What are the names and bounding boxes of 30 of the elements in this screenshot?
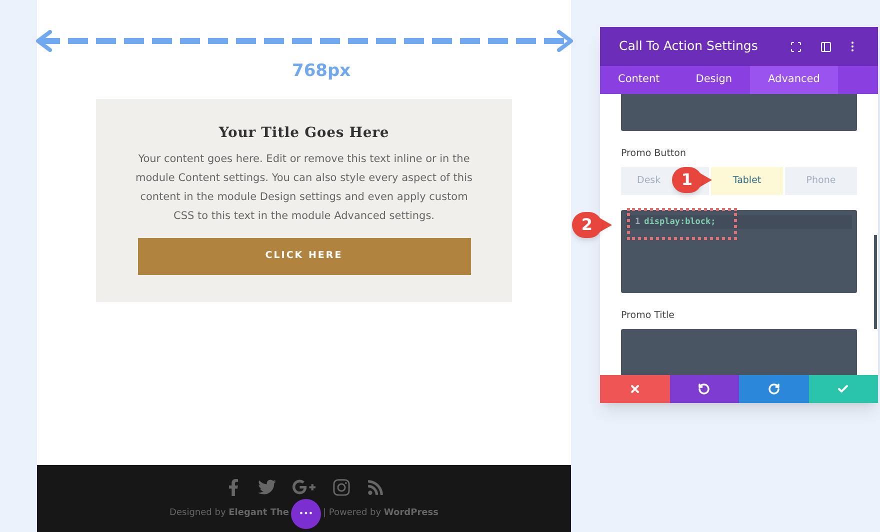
field-label: Promo Title bbox=[621, 309, 676, 324]
field-label: Promo Button bbox=[621, 147, 687, 161]
focus-icon[interactable] bbox=[790, 40, 802, 52]
cta-button[interactable]: CLICK HERE bbox=[138, 238, 470, 275]
callout-tooltip: 1 bbox=[672, 167, 712, 193]
settings-tab[interactable]: Advanced bbox=[750, 66, 838, 94]
settings-tab[interactable]: Content bbox=[600, 66, 678, 94]
code-editor[interactable]: 1 display:block; bbox=[621, 210, 857, 294]
code-line: display:block; bbox=[644, 216, 716, 229]
redo-button[interactable] bbox=[739, 375, 808, 403]
line-number: 1 bbox=[635, 216, 640, 229]
footer-credit: Designed by Elegant The bbox=[170, 507, 289, 520]
device-tab[interactable]: Tablet bbox=[711, 167, 783, 196]
cta-body: Your content goes here. Edit or remove this text inline or in the module Content settings. You can also style every aspect of this content in the module Design settings and even apply custom CSS to this text in the module Advanced settings. bbox=[134, 152, 474, 224]
sidebar-icon[interactable] bbox=[820, 40, 832, 52]
rss-icon[interactable] bbox=[366, 478, 384, 496]
redo-icon bbox=[768, 383, 780, 395]
instagram-icon[interactable] bbox=[332, 478, 350, 496]
more-button[interactable]: ••• bbox=[291, 499, 321, 529]
undo-button[interactable] bbox=[670, 375, 739, 403]
undo-icon bbox=[698, 383, 710, 395]
settings-tab[interactable]: Design bbox=[678, 66, 750, 94]
footer-credit: | Powered by WordPress bbox=[323, 507, 438, 520]
close-icon bbox=[628, 383, 641, 395]
callout-tooltip: 2 bbox=[572, 212, 612, 238]
width-label: 768px bbox=[292, 60, 351, 83]
twitter-icon[interactable] bbox=[258, 478, 276, 496]
panel-title: Call To Action Settings bbox=[619, 37, 759, 56]
cta-title: Your Title Goes Here bbox=[218, 124, 390, 143]
check-icon bbox=[837, 383, 850, 395]
